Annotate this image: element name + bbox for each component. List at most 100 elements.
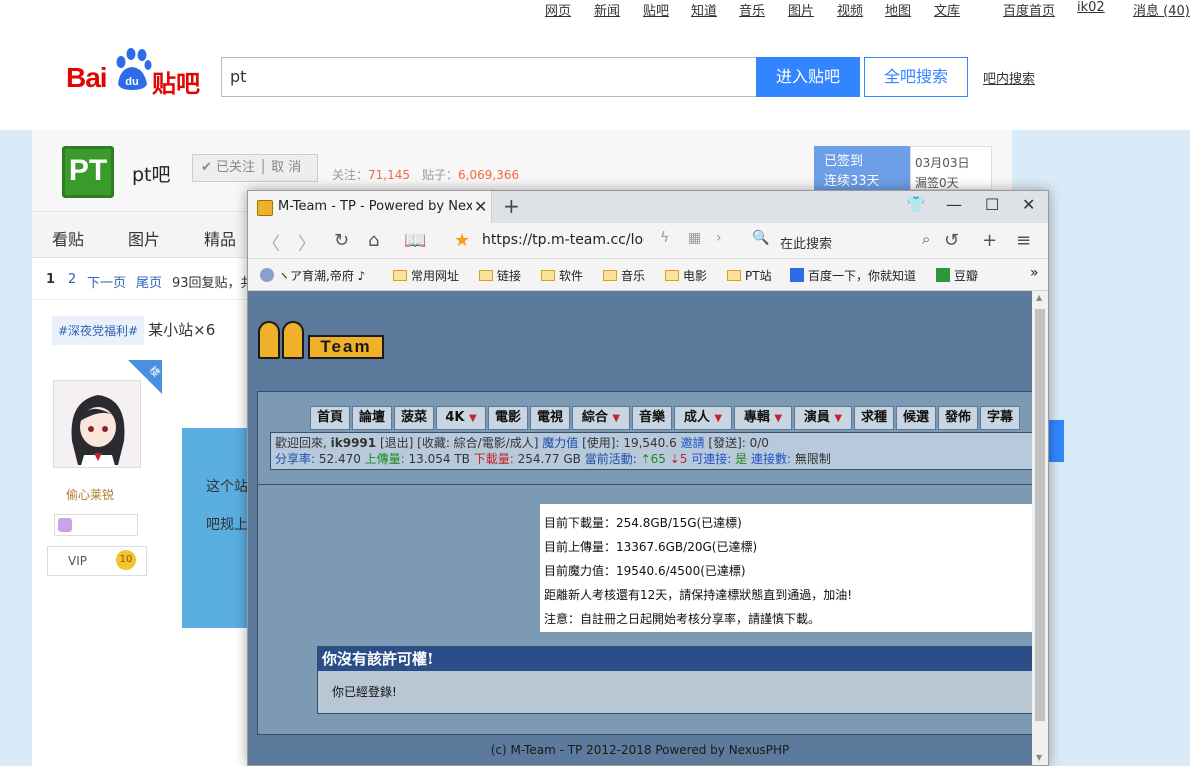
chevron-right-icon[interactable]: › — [716, 230, 722, 246]
messages-link[interactable]: 消息 (40) — [1133, 0, 1190, 19]
minimize-icon[interactable]: — — [946, 195, 962, 214]
browser-search-box[interactable]: 在此搜索 — [780, 233, 832, 252]
search-icon[interactable]: ⌕ — [922, 230, 930, 248]
menu-upload[interactable]: 發佈 — [938, 406, 978, 430]
menu-tv[interactable]: 電視 — [530, 406, 570, 430]
scroll-down-icon[interactable]: ▼ — [1036, 753, 1042, 762]
nav-link-image[interactable]: 图片 — [788, 0, 814, 19]
thread-tag[interactable]: #深夜党福利# — [52, 316, 145, 345]
menu-4k[interactable]: 4K ▼ — [436, 406, 486, 430]
nav-link-wenku[interactable]: 文库 — [934, 0, 960, 19]
invite-link[interactable]: 邀請 — [681, 436, 705, 450]
nav-link-tieba[interactable]: 贴吧 — [643, 0, 669, 19]
bookmark-douban[interactable]: 豆瓣 — [936, 267, 978, 284]
bookmark-item-1[interactable]: ヽア育潮,帝府 ♪ — [260, 267, 365, 284]
menu-bocai[interactable]: 菠菜 — [394, 406, 434, 430]
maximize-icon[interactable]: ☐ — [985, 195, 999, 214]
menu-music[interactable]: 音樂 — [632, 406, 672, 430]
mteam-favicon-icon — [257, 200, 273, 216]
page-2-link[interactable]: 2 — [68, 272, 76, 287]
nav-link-baidu-home[interactable]: 百度首页 — [1003, 0, 1055, 19]
bookmark-folder-pt[interactable]: PT站 — [727, 267, 772, 284]
menu-adult[interactable]: 成人 ▼ — [674, 406, 732, 430]
bookmark-label-2: 常用网址 — [411, 269, 460, 283]
shirt-skin-icon[interactable]: 👕 — [906, 195, 926, 214]
menu-actor[interactable]: 演員 ▼ — [794, 406, 852, 430]
search-engine-icon[interactable]: 🔍 — [752, 230, 769, 246]
dropdown-arrow-icon: ▼ — [774, 413, 783, 424]
follow-button[interactable]: ✔ 已关注 │ 取 消 — [192, 154, 318, 182]
nav-link-music[interactable]: 音乐 — [739, 0, 765, 19]
enter-forum-button[interactable]: 进入贴吧 — [756, 57, 860, 97]
add-icon[interactable]: + — [982, 230, 997, 251]
menu-forum[interactable]: 論壇 — [352, 406, 392, 430]
menu-request[interactable]: 求種 — [854, 406, 894, 430]
newbie-exam-notice: 目前下載量：254.8GB/15G(已達標) 目前上傳量：13367.6GB/2… — [540, 504, 1032, 632]
forum-name[interactable]: pt吧 — [132, 160, 171, 187]
logo-du-text: du — [125, 76, 138, 88]
bookmark-baidu[interactable]: 百度一下，你就知道 — [790, 267, 916, 284]
followers-stat: 关注：71,145 — [332, 166, 410, 183]
menu-icon[interactable]: ≡ — [1016, 230, 1031, 251]
bookmark-folder-software[interactable]: 软件 — [541, 267, 583, 284]
next-page-link[interactable]: 下一页 — [87, 272, 126, 291]
user-menu[interactable]: ik02 — [1077, 0, 1105, 15]
browser-tab-active[interactable]: M-Team - TP - Powered by NexusPHP ✕ — [248, 191, 492, 223]
scroll-up-icon[interactable]: ▲ — [1036, 293, 1042, 302]
menu-subtitle[interactable]: 字幕 — [980, 406, 1020, 430]
close-window-icon[interactable]: ✕ — [1022, 195, 1035, 214]
bookmark-folder-movie[interactable]: 电影 — [665, 267, 707, 284]
sign-in-button[interactable]: 已签到 连续33天 — [814, 146, 910, 190]
nav-link-video[interactable]: 视频 — [837, 0, 863, 19]
home-icon[interactable]: ⌂ — [368, 230, 379, 251]
tab-images[interactable]: 图片 — [128, 226, 160, 250]
logout-favs-text[interactable]: [退出] [收藏: 綜合/電影/成人] — [376, 436, 542, 450]
tab-featured[interactable]: 精品 — [204, 226, 236, 250]
close-tab-icon[interactable]: ✕ — [474, 197, 487, 216]
menu-candidate[interactable]: 候選 — [896, 406, 936, 430]
download-label: 下載量: — [473, 452, 514, 466]
nav-link-zhidao[interactable]: 知道 — [691, 0, 717, 19]
logo-word: Team — [308, 335, 384, 359]
bookmark-folder-links[interactable]: 链接 — [479, 267, 521, 284]
forum-avatar[interactable]: PT — [62, 146, 114, 198]
nav-link-web[interactable]: 网页 — [545, 0, 571, 19]
lightning-icon[interactable]: ϟ — [660, 230, 669, 246]
undo-icon[interactable]: ↺ — [944, 230, 959, 251]
baidu-tieba-logo[interactable]: Bai du 贴吧 — [66, 48, 206, 98]
menu-movie[interactable]: 電影 — [488, 406, 528, 430]
nav-link-map[interactable]: 地图 — [885, 0, 911, 19]
douban-icon — [936, 268, 950, 282]
last-page-link[interactable]: 尾页 — [136, 272, 162, 291]
op-username[interactable]: 偷心莱锐 — [66, 486, 114, 503]
mteam-logo[interactable]: Team — [256, 317, 386, 361]
tab-posts[interactable]: 看贴 — [52, 226, 84, 250]
new-tab-icon[interactable]: + — [503, 194, 520, 218]
search-in-forum-link[interactable]: 吧内搜索 — [983, 68, 1035, 87]
badge-icon — [58, 518, 72, 532]
menu-general[interactable]: 綜合 ▼ — [572, 406, 630, 430]
page-scrollbar[interactable]: ▲ ▼ — [1032, 291, 1048, 765]
bookmark-folder-music[interactable]: 音乐 — [603, 267, 645, 284]
bookmark-folder-common[interactable]: 常用网址 — [393, 267, 459, 284]
op-vip-badge[interactable]: VIP 10 — [47, 546, 147, 576]
back-icon[interactable]: 〈 — [262, 230, 280, 256]
magic-label[interactable]: 魔力值 — [542, 436, 578, 450]
search-all-forums-button[interactable]: 全吧搜索 — [864, 57, 968, 97]
op-avatar[interactable] — [53, 380, 141, 468]
forward-icon[interactable]: 〉 — [298, 230, 316, 256]
tieba-search-input[interactable]: pt — [221, 57, 757, 97]
username[interactable]: ik9991 — [331, 436, 377, 450]
mteam-page: Team 首頁 論壇 菠菜 4K ▼ 電影 電視 綜合 ▼ 音樂 成人 ▼ 專輯… — [248, 291, 1032, 765]
menu-album[interactable]: 專輯 ▼ — [734, 406, 792, 430]
menu-home[interactable]: 首頁 — [310, 406, 350, 430]
address-bar[interactable]: https://tp.m-team.cc/login — [482, 232, 644, 248]
scroll-thumb[interactable] — [1035, 309, 1045, 721]
nav-link-news[interactable]: 新闻 — [594, 0, 620, 19]
refresh-icon[interactable]: ↻ — [334, 230, 349, 251]
connectable-value: 是 — [735, 452, 748, 466]
reading-mode-icon[interactable]: 📖 — [404, 230, 426, 251]
more-bookmarks-icon[interactable]: » — [1030, 265, 1039, 281]
qr-code-icon[interactable]: ▦ — [688, 230, 701, 246]
bookmark-star-icon[interactable]: ★ — [454, 230, 470, 251]
